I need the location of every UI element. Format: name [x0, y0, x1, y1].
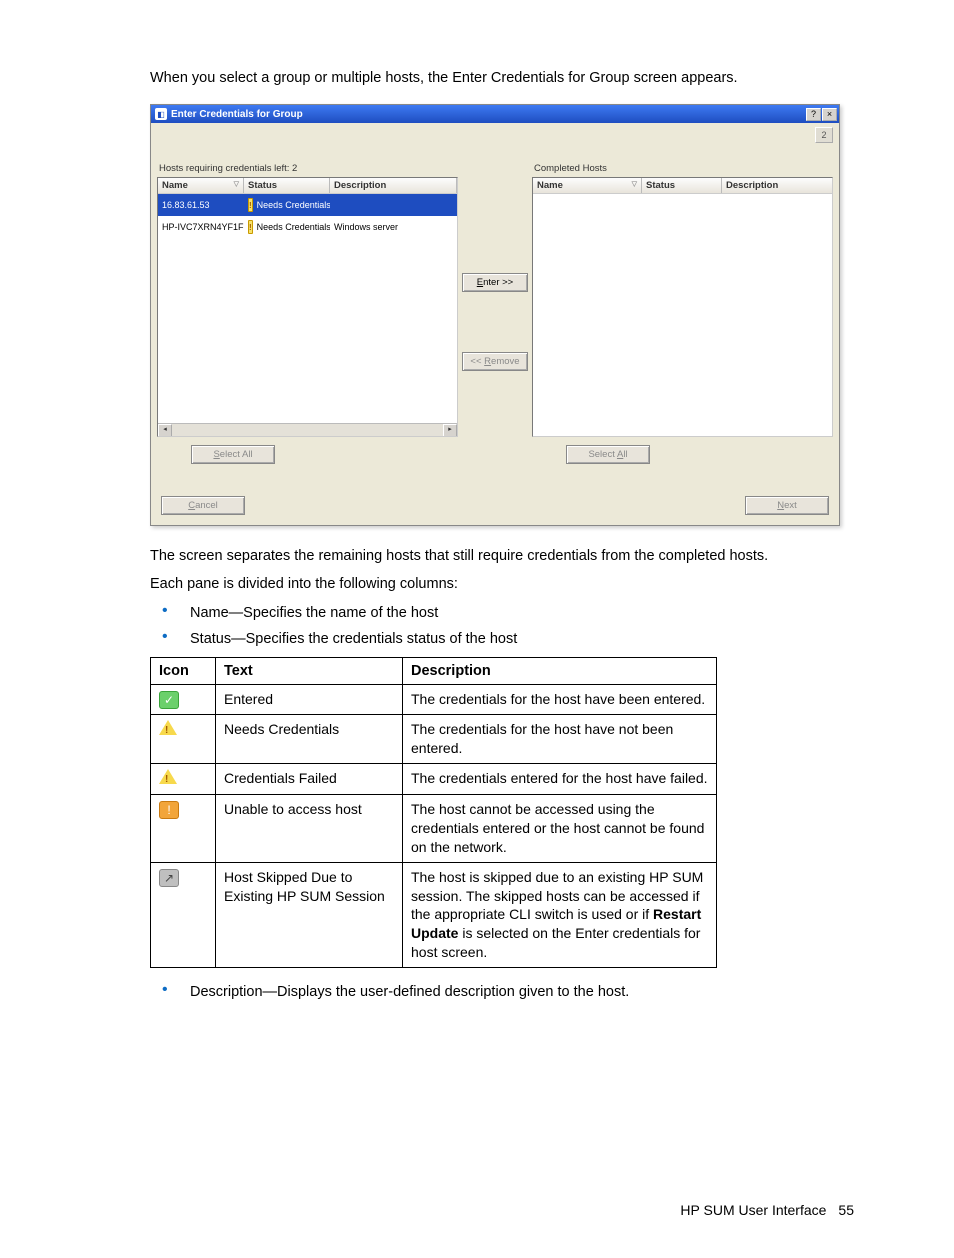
remove-button[interactable]: << Remove [462, 352, 528, 371]
th-text: Text [216, 658, 403, 685]
left-host-list: Name▽ Status Description 16.83.61.53 !Ne… [157, 177, 458, 437]
check-icon: ✓ [159, 691, 179, 709]
help-button[interactable]: ? [806, 108, 821, 121]
col-status[interactable]: Status [244, 178, 330, 193]
bullet-item: Status—Specifies the credentials status … [150, 629, 854, 649]
select-all-left-button[interactable]: Select All [191, 445, 275, 464]
list-item[interactable]: HP-IVC7XRN4YF1F !Needs Credentials Windo… [158, 216, 457, 238]
page-footer: HP SUM User Interface55 [150, 1202, 854, 1218]
alert-icon: ! [159, 801, 179, 819]
col-name[interactable]: Name▽ [533, 178, 642, 193]
status-table: Icon Text Description ✓ Entered The cred… [150, 657, 717, 968]
close-button[interactable]: × [822, 108, 837, 121]
scroll-right-icon[interactable]: ▸ [443, 424, 457, 437]
bullet-item: Name—Specifies the name of the host [150, 603, 854, 623]
next-button[interactable]: Next [745, 496, 829, 515]
table-row: ✓ Entered The credentials for the host h… [151, 685, 717, 715]
col-status[interactable]: Status [642, 178, 722, 193]
body-para-1: The screen separates the remaining hosts… [150, 546, 854, 566]
col-desc[interactable]: Description [722, 178, 832, 193]
left-list-header: Name▽ Status Description [158, 178, 457, 194]
enter-button[interactable]: Enter >> [462, 273, 528, 292]
bullet-list-a: Name—Specifies the name of the host Stat… [150, 603, 854, 650]
cancel-button[interactable]: Cancel [161, 496, 245, 515]
bullet-item: Description—Displays the user-defined de… [150, 982, 854, 1002]
dialog-title: Enter Credentials for Group [171, 109, 806, 120]
step-badge: 2 [815, 127, 833, 143]
th-desc: Description [403, 658, 717, 685]
right-pane-label: Completed Hosts [534, 163, 833, 174]
table-row: ↗ Host Skipped Due to Existing HP SUM Se… [151, 862, 717, 967]
scroll-left-icon[interactable]: ◂ [158, 424, 172, 437]
select-all-right-button[interactable]: Select All [566, 445, 650, 464]
warning-icon: ! [248, 198, 253, 212]
col-name[interactable]: Name▽ [158, 178, 244, 193]
right-list-header: Name▽ Status Description [533, 178, 832, 194]
table-row: ! Unable to access host The host cannot … [151, 794, 717, 862]
app-icon: ◧ [155, 108, 167, 120]
horizontal-scrollbar[interactable]: ◂ ▸ [158, 423, 457, 436]
screenshot-dialog: ◧ Enter Credentials for Group ? × 2 Host… [150, 104, 840, 526]
list-item[interactable]: 16.83.61.53 !Needs Credentials [158, 194, 457, 216]
table-row: ! Credentials Failed The credentials ent… [151, 764, 717, 795]
left-pane-label: Hosts requiring credentials left: 2 [159, 163, 458, 174]
bullet-list-b: Description—Displays the user-defined de… [150, 982, 854, 1002]
titlebar: ◧ Enter Credentials for Group ? × [151, 105, 839, 123]
intro-text: When you select a group or multiple host… [150, 70, 854, 86]
table-row: ! Needs Credentials The credentials for … [151, 715, 717, 764]
body-para-2: Each pane is divided into the following … [150, 574, 854, 594]
skipped-icon: ↗ [159, 869, 179, 887]
right-host-list: Name▽ Status Description [532, 177, 833, 437]
th-icon: Icon [151, 658, 216, 685]
warning-icon: ! [248, 220, 253, 234]
col-desc[interactable]: Description [330, 178, 457, 193]
